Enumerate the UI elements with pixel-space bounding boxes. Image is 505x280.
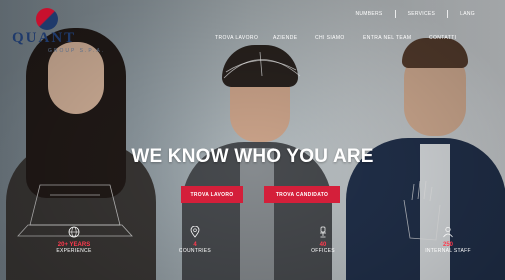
hero-headline: WE KNOW WHO YOU ARE bbox=[131, 146, 374, 167]
utility-nav: NUMBERS SERVICES LANG bbox=[355, 10, 475, 18]
stat-staff: 250 INTERNAL STAFF bbox=[418, 226, 478, 254]
globe-icon bbox=[68, 226, 80, 238]
utility-link-numbers[interactable]: NUMBERS bbox=[355, 11, 382, 17]
utility-divider bbox=[447, 10, 449, 18]
trova-lavoro-button[interactable]: TROVA LAVORO bbox=[181, 186, 243, 203]
nav-link-contatti[interactable]: CONTATTI bbox=[429, 35, 459, 41]
office-chair-icon bbox=[320, 226, 326, 238]
main-nav: TROVA LAVORO AZIENDE CHI SIAMO ENTRA NEL… bbox=[215, 35, 459, 41]
trova-candidato-button[interactable]: TROVA CANDIDATO bbox=[264, 186, 340, 203]
stat-countries: 4 COUNTRIES bbox=[170, 226, 220, 254]
location-pin-icon bbox=[190, 226, 200, 238]
stat-experience: 20+ YEARS EXPERIENCE bbox=[44, 226, 104, 254]
stat-offices: 40 OFFICES bbox=[298, 226, 348, 254]
nav-link-aziende[interactable]: AZIENDE bbox=[273, 35, 315, 41]
nav-link-entra-nel-team[interactable]: ENTRA NEL TEAM bbox=[363, 35, 429, 41]
nav-link-chi-siamo[interactable]: CHI SIAMO bbox=[315, 35, 363, 41]
utility-link-services[interactable]: SERVICES bbox=[408, 11, 436, 17]
stat-countries-label: COUNTRIES bbox=[178, 248, 212, 254]
hero-section: QUANT GROUP S.P.A. NUMBERS SERVICES LANG… bbox=[0, 0, 505, 280]
staff-icon bbox=[443, 226, 453, 238]
logo-symbol-icon bbox=[36, 8, 58, 30]
stat-experience-label: EXPERIENCE bbox=[56, 248, 92, 254]
logo-tagline: GROUP S.P.A. bbox=[48, 48, 106, 54]
language-selector[interactable]: LANG bbox=[460, 11, 475, 17]
stat-staff-label: INTERNAL STAFF bbox=[425, 248, 471, 254]
logo-text: QUANT bbox=[12, 30, 77, 46]
nav-link-trova-lavoro[interactable]: TROVA LAVORO bbox=[215, 35, 273, 41]
utility-divider bbox=[394, 10, 396, 18]
stat-offices-label: OFFICES bbox=[311, 248, 335, 254]
